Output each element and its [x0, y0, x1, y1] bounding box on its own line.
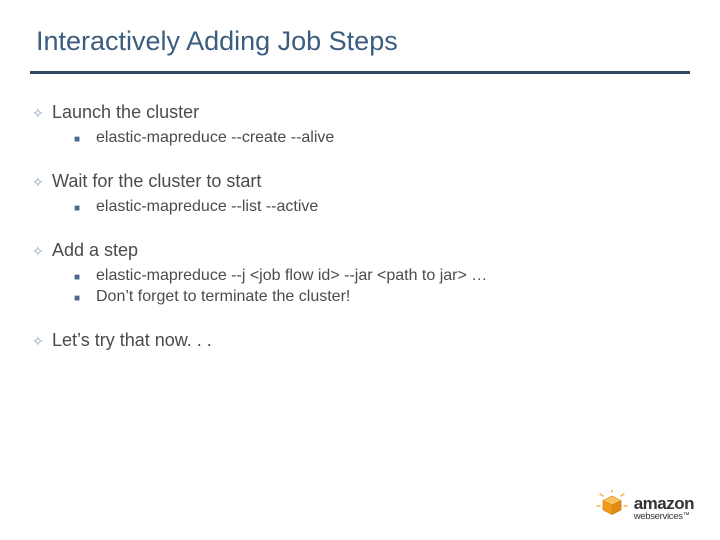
bullet-l1: ✧ Launch the cluster — [30, 102, 690, 123]
slide-content: ✧ Launch the cluster ■ elastic-mapreduce… — [30, 74, 690, 351]
diamond-icon: ✧ — [30, 171, 52, 191]
diamond-icon: ✧ — [30, 102, 52, 122]
slide-title: Interactively Adding Job Steps — [30, 18, 690, 74]
bullet-text: Let’s try that now. . . — [52, 330, 690, 351]
diamond-icon: ✧ — [30, 330, 52, 350]
bullet-l2: ■ elastic-mapreduce --create --alive — [74, 129, 690, 147]
bullet-text: Wait for the cluster to start — [52, 171, 690, 192]
bullet-group: ✧ Launch the cluster ■ elastic-mapreduce… — [30, 102, 690, 147]
bullet-l1: ✧ Let’s try that now. . . — [30, 330, 690, 351]
bullet-text: elastic-mapreduce --list --active — [96, 198, 690, 216]
bullet-text: Launch the cluster — [52, 102, 690, 123]
bullet-l1: ✧ Add a step — [30, 240, 690, 261]
logo-webservices-text: webservices™ — [634, 512, 694, 522]
square-icon: ■ — [74, 267, 96, 283]
bullet-group: ✧ Add a step ■ elastic-mapreduce --j <jo… — [30, 240, 690, 306]
square-icon: ■ — [74, 129, 96, 145]
bullet-text: elastic-mapreduce --j <job flow id> --ja… — [96, 267, 690, 285]
bullet-group: ✧ Wait for the cluster to start ■ elasti… — [30, 171, 690, 216]
square-icon: ■ — [74, 288, 96, 304]
bullet-group: ✧ Let’s try that now. . . — [30, 330, 690, 351]
bullet-l2: ■ elastic-mapreduce --j <job flow id> --… — [74, 267, 690, 285]
bullet-l2: ■ Don’t forget to terminate the cluster! — [74, 288, 690, 306]
logo-amazon-text: amazon — [634, 495, 694, 512]
square-icon: ■ — [74, 198, 96, 214]
bullet-text: elastic-mapreduce --create --alive — [96, 129, 690, 147]
aws-logo: amazon webservices™ — [594, 490, 694, 526]
bullet-text: Add a step — [52, 240, 690, 261]
diamond-icon: ✧ — [30, 240, 52, 260]
bullet-text: Don’t forget to terminate the cluster! — [96, 288, 690, 306]
bullet-l1: ✧ Wait for the cluster to start — [30, 171, 690, 192]
bullet-l2: ■ elastic-mapreduce --list --active — [74, 198, 690, 216]
aws-logo-text: amazon webservices™ — [634, 495, 694, 522]
aws-cube-icon — [594, 490, 630, 526]
